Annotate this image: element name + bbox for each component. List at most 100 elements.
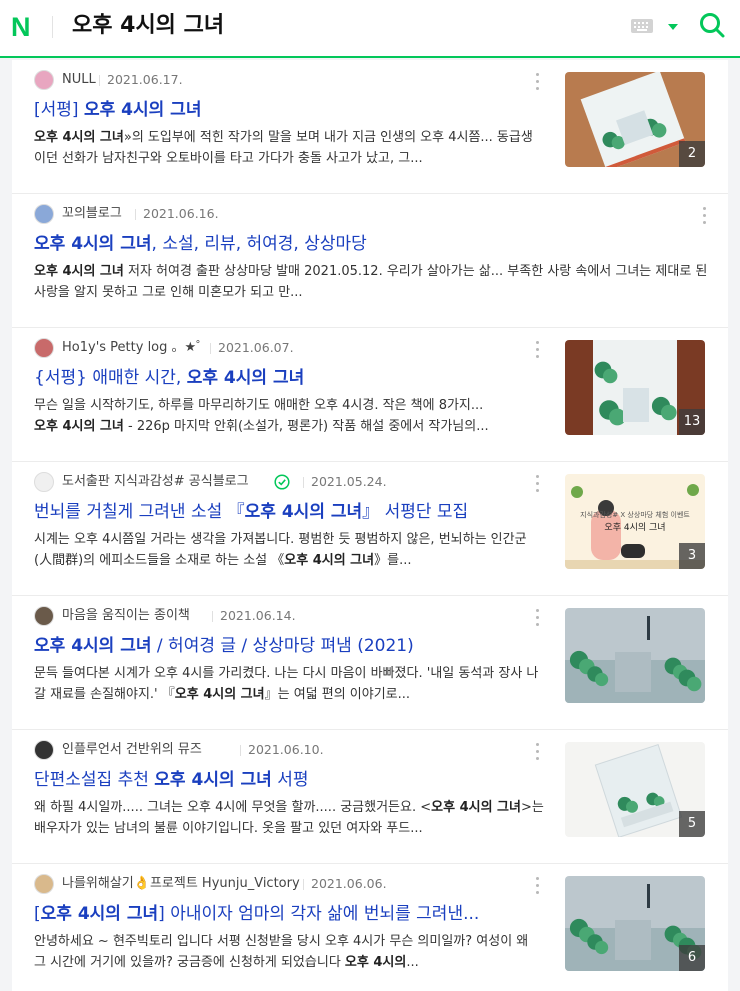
author-name[interactable]: 나를위해살기👌프로젝트 Hyunju_Victory <box>62 875 300 893</box>
post-date: 2021.06.16. <box>135 206 219 221</box>
result-snippet: 왜 하필 4시일까..... 그녀는 오후 4시에 무엇을 할까..... 궁금… <box>34 797 544 841</box>
result-snippet: 시계는 오후 4시쯤일 거라는 생각을 가져봅니다. 평범한 듯 평범하지 않은… <box>34 529 544 573</box>
text-run: [서평] <box>34 100 84 120</box>
post-thumbnail[interactable]: 2 <box>565 72 705 167</box>
text-run: 무슨 일을 시작하기도, 하루를 마무리하기도 애매한 오후 4시경. 작은 책… <box>34 398 484 413</box>
more-vertical-icon[interactable] <box>532 474 542 494</box>
text-run: 』는 여덟 편의 이야기로... <box>264 687 411 702</box>
result-title-link[interactable]: [서평] 오후 4시의 그녀 <box>34 98 544 122</box>
result-title-link[interactable]: 번뇌를 거칠게 그려낸 소설 『오후 4시의 그녀』 서평단 모집 <box>34 500 544 524</box>
post-thumbnail[interactable]: 13 <box>565 340 705 435</box>
avatar[interactable] <box>34 204 54 224</box>
highlight-text: 오후 4시의 그녀 <box>186 368 305 388</box>
text-run: 번뇌를 거칠게 그려낸 소설 『 <box>34 502 245 522</box>
text-run: 단편소설집 추천 <box>34 770 155 790</box>
blog-result-item[interactable]: NULL 2021.06.17. [서평] 오후 4시의 그녀 오후 4시의 그녀»의… <box>12 60 728 194</box>
more-vertical-icon[interactable] <box>699 206 709 226</box>
post-date: 2021.06.10. <box>240 742 324 757</box>
post-date: 2021.06.17. <box>99 72 183 87</box>
blog-result-item[interactable]: 나를위해살기👌프로젝트 Hyunju_Victory 2021.06.06. [오후… <box>12 864 728 991</box>
photo-count-badge: 13 <box>679 409 705 435</box>
highlight-text: 오후 4시의 그녀 <box>83 100 202 120</box>
highlight-text: 오후 4시의 그녀 <box>34 636 152 656</box>
author-name[interactable]: 인플루언서 건반위의 뮤즈 <box>62 741 202 759</box>
header-divider <box>52 16 53 38</box>
top-bar: N 오후 4시의 그녀 <box>0 0 740 58</box>
text-run: {서평} 애매한 시간, <box>34 368 187 388</box>
blog-result-list: NULL 2021.06.17. [서평] 오후 4시의 그녀 오후 4시의 그녀»의… <box>12 60 728 991</box>
author-name[interactable]: 도서출판 지식과감성# 공식블로그 <box>62 473 249 491</box>
avatar[interactable] <box>34 70 54 90</box>
photo-count-badge: 6 <box>679 945 705 971</box>
more-vertical-icon[interactable] <box>532 72 542 92</box>
highlight-text: 오후 4시의 그녀 <box>34 419 124 434</box>
keyboard-icon[interactable] <box>631 19 653 33</box>
text-run: / 허여경 글 / 상상마당 펴냄 (2021) <box>151 636 414 656</box>
blog-result-item[interactable]: 도서출판 지식과감성# 공식블로그 2021.05.24. 번뇌를 거칠게 그려낸 … <box>12 462 728 596</box>
avatar[interactable] <box>34 874 54 894</box>
blog-result-item[interactable]: 꼬의블로그 2021.06.16. 오후 4시의 그녀, 소설, 리뷰, 허여경, … <box>12 194 728 328</box>
post-thumbnail[interactable]: 6 <box>565 876 705 971</box>
thumbnail-caption: 지식과감성# X 상상마당 체험 이벤트 <box>580 511 690 519</box>
result-snippet: 문득 들여다본 시계가 오후 4시를 가리켰다. 나는 다시 마음이 바빠졌다.… <box>34 663 544 707</box>
more-vertical-icon[interactable] <box>532 608 542 628</box>
author-name[interactable]: NULL <box>62 71 96 89</box>
highlight-text: 오후 4시의 그녀 <box>34 234 152 254</box>
search-query[interactable]: 오후 4시의 그녀 <box>72 12 224 40</box>
text-run: 저자 허여경 출판 상상마당 발매 2021.05.12. 우리가 살아가는 삶… <box>34 264 708 300</box>
result-snippet: 무슨 일을 시작하기도, 하루를 마무리하기도 애매한 오후 4시경. 작은 책… <box>34 395 544 439</box>
text-run: 』 서평단 모집 <box>362 502 469 522</box>
text-run: 시계는 오후 4시쯤일 거라는 생각을 가져봅니다. 평범한 듯 평범하지 않은… <box>34 532 527 568</box>
result-snippet: 오후 4시의 그녀 저자 허여경 출판 상상마당 발매 2021.05.12. … <box>34 261 714 305</box>
caret-down-icon[interactable] <box>668 24 678 30</box>
blog-result-item[interactable]: 인플루언서 건반위의 뮤즈 2021.06.10. 단편소설집 추천 오후 4시의 … <box>12 730 728 864</box>
highlight-text: 오후 4시의 그녀 <box>34 264 124 279</box>
blog-result-item[interactable]: Ho1y's Petty log 。★゜ 2021.06.07. {서평} 애매한 … <box>12 328 728 462</box>
highlight-text: 오후 4시의 그녀 <box>34 130 124 145</box>
search-icon[interactable] <box>698 11 726 39</box>
highlight-text: 오후 4시의 <box>344 955 407 970</box>
avatar[interactable] <box>34 606 54 626</box>
post-thumbnail[interactable] <box>565 608 705 703</box>
post-date: 2021.06.07. <box>210 340 294 355</box>
result-title-link[interactable]: 오후 4시의 그녀, 소설, 리뷰, 허여경, 상상마당 <box>34 232 714 256</box>
photo-count-badge: 5 <box>679 811 705 837</box>
post-thumbnail[interactable]: 지식과감성# X 상상마당 체험 이벤트오후 4시의 그녀 3 <box>565 474 705 569</box>
text-run: 》를... <box>374 553 412 568</box>
avatar[interactable] <box>34 472 54 492</box>
result-title-link[interactable]: 오후 4시의 그녀 / 허여경 글 / 상상마당 펴냄 (2021) <box>34 634 544 658</box>
text-run: 서평 <box>271 770 309 790</box>
result-title-link[interactable]: 단편소설집 추천 오후 4시의 그녀 서평 <box>34 768 544 792</box>
avatar[interactable] <box>34 338 54 358</box>
result-title-link[interactable]: {서평} 애매한 시간, 오후 4시의 그녀 <box>34 366 544 390</box>
text-run: - 226p 마지막 안휘(소설가, 평론가) 작품 해설 중에서 작가님의..… <box>123 419 489 434</box>
highlight-text: 오후 4시의 그녀 <box>40 904 159 924</box>
verified-check-icon <box>274 474 290 490</box>
highlight-text: 오후 4시의 그녀 <box>174 687 265 702</box>
result-snippet: 안녕하세요 ~ 현주빅토리 입니다 서평 신청받을 당시 오후 4시가 무슨 의… <box>34 931 544 975</box>
post-date: 2021.06.06. <box>303 876 387 891</box>
avatar[interactable] <box>34 740 54 760</box>
thumbnail-caption: 오후 4시의 그녀 <box>604 523 666 533</box>
author-name[interactable]: 꼬의블로그 <box>62 205 122 223</box>
blog-result-item[interactable]: 마음을 움직이는 종이책 2021.06.14. 오후 4시의 그녀 / 허여경 글… <box>12 596 728 730</box>
highlight-text: 오후 4시의 그녀 <box>431 800 521 815</box>
text-run: ] 아내이자 엄마의 각자 삶에 번뇌를 그려낸... <box>158 904 480 924</box>
highlight-text: 오후 4시의 그녀 <box>154 770 272 790</box>
highlight-text: 오후 4시의 그녀 <box>284 553 375 568</box>
more-vertical-icon[interactable] <box>532 876 542 896</box>
author-name[interactable]: 마음을 움직이는 종이책 <box>62 607 190 625</box>
text-run: 왜 하필 4시일까..... 그녀는 오후 4시에 무엇을 할까..... 궁금… <box>34 800 432 815</box>
text-run: , 소설, 리뷰, 허여경, 상상마당 <box>151 234 367 254</box>
highlight-text: 오후 4시의 그녀 <box>244 502 363 522</box>
result-title-link[interactable]: [오후 4시의 그녀] 아내이자 엄마의 각자 삶에 번뇌를 그려낸... <box>34 902 544 926</box>
result-snippet: 오후 4시의 그녀»의 도입부에 적힌 작가의 말을 보며 내가 지금 인생의 … <box>34 127 544 171</box>
more-vertical-icon[interactable] <box>532 742 542 762</box>
naver-logo[interactable]: N <box>11 14 31 41</box>
post-date: 2021.06.14. <box>212 608 296 623</box>
post-thumbnail[interactable]: 5 <box>565 742 705 837</box>
more-vertical-icon[interactable] <box>532 340 542 360</box>
text-run: 안녕하세요 ~ 현주빅토리 입니다 서평 신청받을 당시 오후 4시가 무슨 의… <box>34 934 529 970</box>
author-name[interactable]: Ho1y's Petty log 。★゜ <box>62 339 209 357</box>
photo-count-badge: 3 <box>679 543 705 569</box>
